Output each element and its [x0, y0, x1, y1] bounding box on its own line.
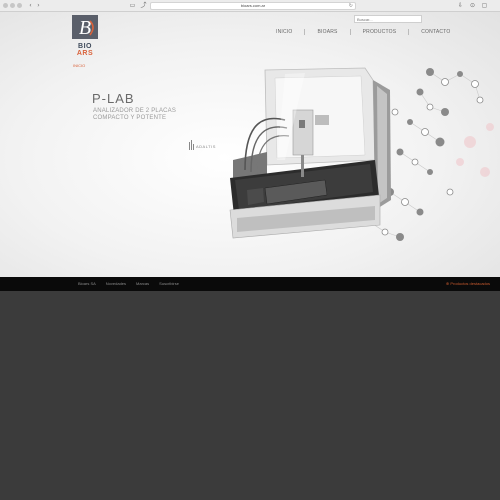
- featured-products-link[interactable]: ⊕ Productos destacados: [446, 281, 490, 286]
- logo-ars-text: ARS: [77, 50, 93, 55]
- close-window-button[interactable]: [3, 3, 8, 8]
- search-input[interactable]: [354, 15, 422, 23]
- hero-subtitle-line2: COMPACTO Y POTENTE: [93, 115, 167, 121]
- download-icon[interactable]: ⇩: [456, 2, 465, 9]
- site-footer: Bioars SA Novedades Marcas Suscribirse ⊕…: [0, 277, 500, 291]
- footer-links: Bioars SA Novedades Marcas Suscribirse: [78, 281, 179, 286]
- nav-item-productos[interactable]: PRODUCTOS: [349, 29, 409, 35]
- p-lab-analyzer-image: [229, 67, 391, 239]
- nav-item-bioars[interactable]: BIOARS: [304, 29, 349, 35]
- nav-item-contacto[interactable]: CONTACTO: [408, 29, 462, 35]
- sidebar-icon[interactable]: ▭: [128, 2, 137, 9]
- zoom-window-button[interactable]: [17, 3, 22, 8]
- address-bar[interactable]: bioars.com.ar ↻: [150, 2, 356, 10]
- brand-label: ADALTIS: [196, 144, 216, 149]
- hero-title: P-LAB: [92, 91, 135, 106]
- tabs-icon[interactable]: ▢: [480, 2, 489, 9]
- forward-icon[interactable]: ›: [34, 2, 43, 9]
- featured-label: Productos destacados: [450, 281, 490, 286]
- svg-text:B: B: [79, 17, 91, 39]
- logo-bio-text: BIO: [78, 43, 92, 50]
- reload-icon[interactable]: ↻: [349, 3, 353, 9]
- bioars-logo[interactable]: B BIO ARS: [70, 15, 100, 55]
- minimize-window-button[interactable]: [10, 3, 15, 8]
- adaltis-logo-icon: [189, 140, 194, 150]
- extensions-icon[interactable]: ⊙: [468, 2, 477, 9]
- page-background: [0, 291, 500, 500]
- footer-link-suscribirse[interactable]: Suscribirse: [159, 281, 179, 286]
- share-icon[interactable]: ⤴: [139, 2, 148, 9]
- hero-subtitle-line1: ANALIZADOR DE 2 PLACAS: [93, 108, 177, 114]
- footer-link-marcas[interactable]: Marcas: [136, 281, 149, 286]
- main-nav: INICIO BIOARS PRODUCTOS CONTACTO: [270, 27, 450, 37]
- website-hero: B BIO ARS INICIO INICIO BIOARS PRODUCTOS…: [0, 12, 500, 277]
- featured-icon: ⊕: [445, 281, 450, 286]
- nav-item-inicio[interactable]: INICIO: [270, 29, 304, 35]
- breadcrumb[interactable]: INICIO: [73, 63, 85, 68]
- footer-link-bioars[interactable]: Bioars SA: [78, 281, 96, 286]
- hero-subtitle: ANALIZADOR DE 2 PLACAS COMPACTO Y POTENT…: [93, 108, 176, 122]
- url-text: bioars.com.ar: [240, 3, 266, 8]
- footer-link-novedades[interactable]: Novedades: [106, 281, 126, 286]
- browser-toolbar: ‹ › ▭ ⤴ bioars.com.ar ↻ ⇩ ⊙ ▢: [0, 0, 500, 12]
